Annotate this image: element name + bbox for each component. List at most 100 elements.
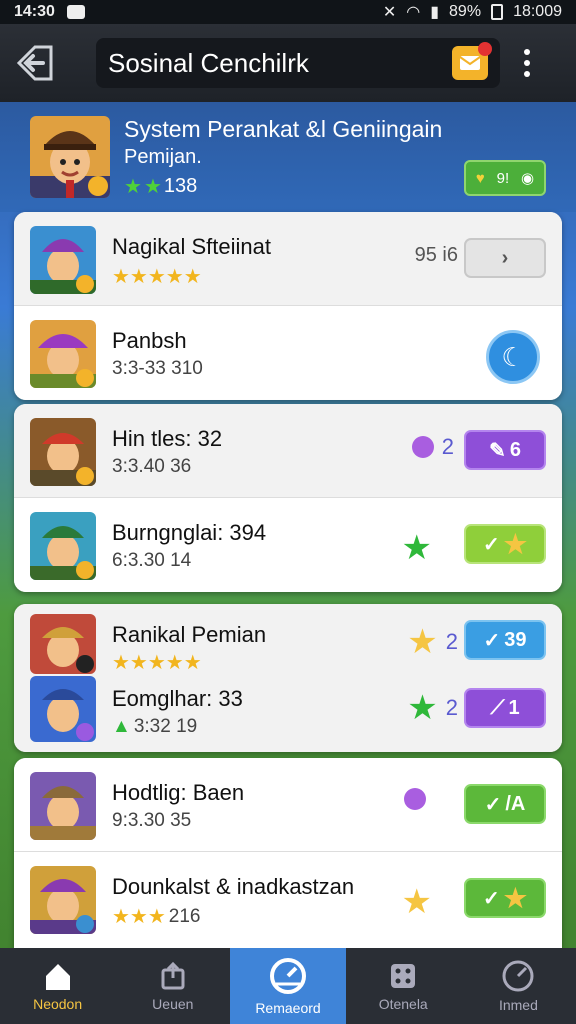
nav-users[interactable]: Ueuen <box>115 948 230 1024</box>
confirm-count: 39 <box>504 628 527 651</box>
check-icon: ✓ <box>482 533 500 556</box>
page-title: Sosinal Cenchilrk <box>108 47 309 78</box>
player-stats: ★★★ 216 <box>112 904 201 929</box>
player-stats-value: 216 <box>168 905 201 927</box>
list-item[interactable]: Hin tles: 32 3:3.40 36 2 ✎ 6 <box>14 404 562 498</box>
battery-icon <box>491 4 504 20</box>
open-button[interactable]: › <box>464 238 546 278</box>
list-item[interactable]: Burngnglai: 394 6:3.30 14 ★ ✓ ★ <box>14 498 562 592</box>
mute-icon: ✕ <box>382 4 397 21</box>
edit-count: 6 <box>509 438 521 461</box>
more-options-button[interactable] <box>522 49 532 77</box>
play-button[interactable]: ☾ <box>486 330 540 384</box>
nav-label: Inmed <box>498 997 538 1013</box>
profile-rating: ★ ★ 138 <box>124 174 197 199</box>
player-stars: ★★★ <box>112 906 166 928</box>
player-name: Ranikal Pemian <box>112 622 267 647</box>
gold-star-icon: ★ <box>401 883 432 921</box>
back-arrow-icon <box>16 45 53 81</box>
player-name: Hodtlig: Baen <box>112 780 245 805</box>
gold-star-icon: ★ <box>503 882 528 913</box>
player-stars: ★★★★★ <box>112 266 202 288</box>
player-stats: ▲ 3:32 19 <box>112 716 197 738</box>
nav-label: Neodon <box>33 996 83 1012</box>
share-icon <box>161 961 185 990</box>
profile-rating-value: 138 <box>163 175 198 197</box>
chevron-right-icon: › <box>501 246 509 269</box>
player-stats: 3:3-33 310 <box>112 358 203 379</box>
level-value: 2 <box>441 434 454 459</box>
header-title-box: Sosinal Cenchilrk <box>96 38 500 88</box>
player-avatar <box>30 772 96 840</box>
purple-dot-icon <box>411 436 434 458</box>
heart-coin-icon: ♥ <box>475 169 485 187</box>
player-avatar <box>30 418 96 486</box>
player-name: Dounkalst & inadkastzan <box>112 874 355 899</box>
profile-subtitle: Pemijan. <box>124 146 202 168</box>
player-stats: 6:3.30 14 <box>112 550 192 571</box>
nav-label: Remaeord <box>255 1000 321 1016</box>
status-indicators: ★ <box>402 528 432 568</box>
accept-button[interactable]: ✓ /A <box>464 784 546 824</box>
level-value: 2 <box>445 695 458 720</box>
more-dots-icon <box>524 49 530 55</box>
status-clock: 18:009 <box>513 3 562 20</box>
dashboard-icon <box>270 958 306 994</box>
status-indicators: ★ 2 <box>407 688 458 728</box>
home-icon <box>45 964 70 990</box>
back-button[interactable] <box>12 40 58 86</box>
list-item[interactable]: Eomglhar: 33 ▲ 3:32 19 ★ 2 ⟋ 1 <box>14 676 562 752</box>
list-item[interactable]: Dounkalst & inadkastzan ★★★ 216 ★ ✓ ★ <box>14 852 562 946</box>
player-stars: ★★★★★ <box>112 652 202 674</box>
player-name: Burngnglai: 394 <box>112 520 267 545</box>
check-icon: ✓ <box>484 793 502 816</box>
coins-badge[interactable]: ♥ 9! ◉ <box>464 160 546 196</box>
player-avatar <box>30 866 96 934</box>
list-item[interactable]: Hodtlig: Baen 9:3.30 35 ✓ /A <box>14 758 562 852</box>
list-item[interactable]: Nagikal Sfteiinat ★★★★★ 95 i6 › <box>14 212 562 306</box>
accept-button[interactable]: ✓ ★ <box>464 878 546 918</box>
status-indicators: ★ 2 <box>407 622 458 662</box>
status-indicators <box>404 788 426 810</box>
star-icon: ★ <box>124 176 142 198</box>
list-item[interactable]: Ranikal Pemian ★★★★★ ★ 2 ✓ 39 <box>14 604 562 676</box>
player-stats-value: 3:32 19 <box>133 716 198 737</box>
accept-button[interactable]: ✓ ★ <box>464 524 546 564</box>
boost-icon: ⟋ <box>490 696 505 719</box>
nav-rewards[interactable]: Remaeord <box>230 948 346 1024</box>
nav-label: Ueuen <box>152 996 194 1012</box>
list-item[interactable]: Panbsh 3:3-33 310 ☾ <box>14 306 562 400</box>
gold-star-icon: ★ <box>503 528 528 559</box>
bottom-navigation: Neodon Ueuen Remaeord Otenela Inmed <box>0 948 576 1024</box>
status-bar: 14:30 ✕ ◠ ▮ 89% 18:009 <box>0 0 576 24</box>
edit-button[interactable]: ✎ 6 <box>464 430 546 470</box>
nav-games[interactable]: Otenela <box>346 948 461 1024</box>
refresh-icon: ◉ <box>520 170 535 187</box>
boost-button[interactable]: ⟋ 1 <box>464 688 546 728</box>
nav-stats[interactable]: Inmed <box>461 948 576 1024</box>
check-icon: ✓ <box>482 887 500 910</box>
player-avatar <box>30 676 96 742</box>
profile-avatar <box>30 116 110 198</box>
star-icon: ★ <box>143 176 162 198</box>
status-indicators: ★ <box>402 882 432 922</box>
profile-title: System Perankat &l Geniingain <box>124 116 443 142</box>
level-value: 2 <box>445 629 458 654</box>
notification-button[interactable] <box>452 42 492 80</box>
green-arrow-icon: ▲ <box>112 716 131 737</box>
gold-star-icon: ★ <box>407 623 438 661</box>
player-name: Panbsh <box>112 328 187 353</box>
player-avatar <box>30 512 96 580</box>
player-card: Hodtlig: Baen 9:3.30 35 ✓ /A Dounkalst &… <box>14 758 562 948</box>
status-time: 14:30 <box>14 3 55 20</box>
player-name: Nagikal Sfteiinat <box>112 234 271 259</box>
profile-banner: System Perankat &l Geniingain Pemijan. ★… <box>0 102 576 212</box>
gauge-icon <box>502 960 534 992</box>
score-value: 95 i6 <box>414 244 458 266</box>
player-name: Eomglhar: 33 <box>112 686 243 711</box>
app-notification-icon <box>66 5 85 19</box>
nav-home[interactable]: Neodon <box>0 948 115 1024</box>
confirm-button[interactable]: ✓ 39 <box>464 620 546 660</box>
player-avatar <box>30 614 96 674</box>
player-stats: 9:3.30 35 <box>112 810 192 831</box>
